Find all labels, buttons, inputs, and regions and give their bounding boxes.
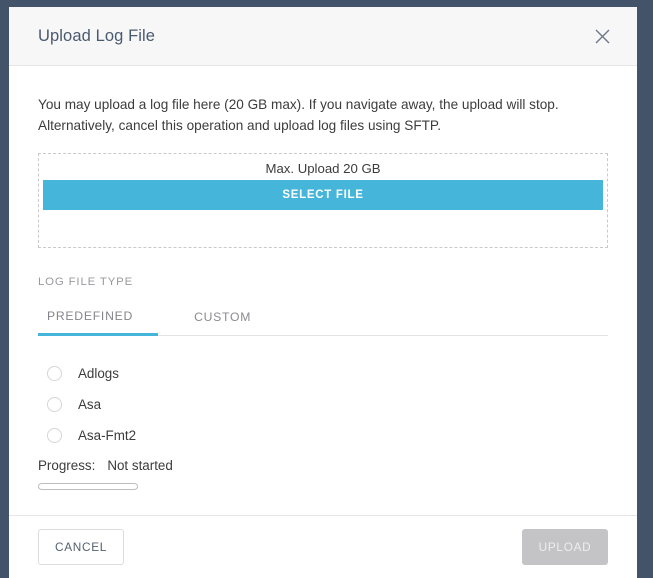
upload-log-file-dialog: Upload Log File You may upload a log fil… — [9, 7, 637, 578]
list-item[interactable]: Asa-Fmt2 — [38, 420, 608, 450]
tab-custom[interactable]: CUSTOM — [158, 306, 269, 335]
select-file-button[interactable]: SELECT FILE — [43, 180, 603, 210]
log-file-type-options: Adlogs Asa Asa-Fmt2 — [38, 358, 608, 450]
list-item-label: Adlogs — [78, 366, 119, 381]
cancel-button[interactable]: CANCEL — [38, 529, 125, 565]
close-icon — [595, 29, 610, 44]
list-item[interactable]: Asa — [38, 389, 608, 420]
log-file-type-label: LOG FILE TYPE — [38, 276, 134, 288]
dialog-body: You may upload a log file here (20 GB ma… — [9, 66, 637, 515]
file-dropzone[interactable]: Max. Upload 20 GB SELECT FILE — [38, 153, 608, 248]
radio-icon[interactable] — [47, 366, 62, 381]
dialog-header: Upload Log File — [9, 7, 637, 66]
progress-row: Progress: Not started — [38, 458, 608, 473]
dialog-footer: CANCEL UPLOAD — [9, 515, 637, 578]
progress-status: Not started — [107, 458, 173, 473]
radio-icon[interactable] — [47, 397, 62, 412]
radio-icon[interactable] — [47, 428, 62, 443]
tab-predefined[interactable]: PREDEFINED — [38, 306, 159, 336]
list-item-label: Asa-Fmt2 — [78, 428, 137, 443]
page-title: Upload Log File — [38, 26, 156, 45]
close-button[interactable] — [589, 23, 615, 49]
progress-caption: Progress: — [38, 458, 96, 473]
description-line-2: Alternatively, cancel this operation and… — [38, 118, 442, 133]
progress-section: Progress: Not started — [38, 458, 608, 490]
log-file-type-tabs: PREDEFINED CUSTOM — [38, 306, 608, 336]
list-item-label: Asa — [78, 397, 102, 412]
upload-button[interactable]: UPLOAD — [522, 529, 608, 565]
progress-bar — [38, 483, 138, 490]
dropzone-hint-label: Max. Upload 20 GB — [265, 161, 381, 176]
list-item[interactable]: Adlogs — [38, 358, 608, 389]
description-line-1: You may upload a log file here (20 GB ma… — [38, 97, 559, 112]
